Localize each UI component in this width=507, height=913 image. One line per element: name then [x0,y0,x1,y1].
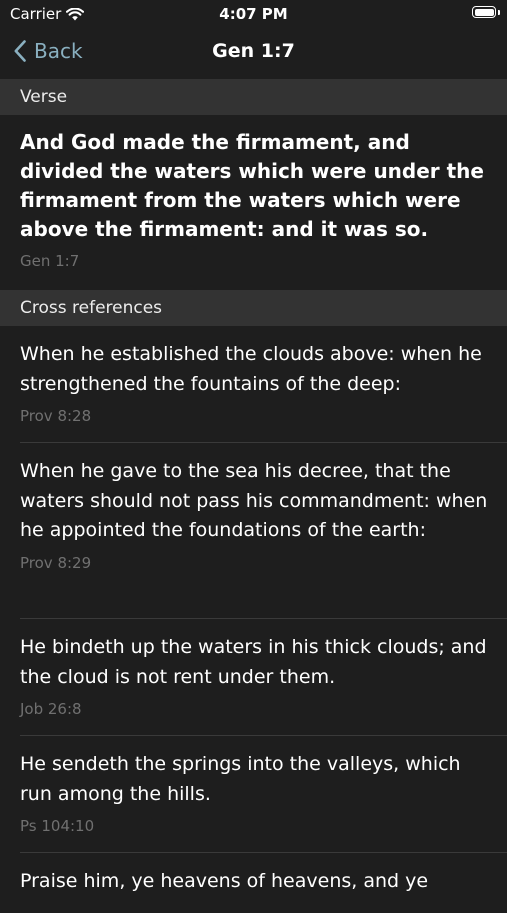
verse-text: And God made the firmament, and divided … [20,130,484,241]
navigation-bar: Back Gen 1:7 [0,30,507,78]
cross-reference-text: He sendeth the springs into the valleys,… [20,753,461,805]
cross-reference-text: Praise him, ye heavens of heavens, and y… [20,870,429,892]
cross-references-header: Cross references [0,290,507,326]
battery-cap [498,10,500,15]
cross-reference-ref: Job 26:8 [20,700,82,718]
cross-reference-item[interactable]: When he established the clouds above: wh… [0,326,507,443]
cross-reference-ref: Ps 104:10 [20,817,95,835]
cross-reference-text: He bindeth up the waters in his thick cl… [20,636,487,688]
cross-reference-ref: Prov 8:28 [20,407,92,425]
page-title: Gen 1:7 [212,40,295,62]
cross-reference-text: When he gave to the sea his decree, that… [20,460,488,541]
cross-reference-item[interactable]: When he gave to the sea his decree, that… [0,443,507,619]
cross-reference-ref: Prov 8:29 [20,553,92,572]
verse-section-header: Verse [0,79,507,115]
verse-reference: Gen 1:7 [20,252,80,270]
cross-reference-item[interactable]: He sendeth the springs into the valleys,… [0,736,507,853]
cross-reference-list: When he established the clouds above: wh… [0,326,507,913]
battery-level [474,8,494,16]
cross-reference-item[interactable]: Praise him, ye heavens of heavens, and y… [0,853,507,913]
status-bar: Carrier 4:07 PM [0,0,507,30]
cross-reference-item[interactable]: He bindeth up the waters in his thick cl… [0,619,507,736]
status-time: 4:07 PM [219,5,288,23]
battery-icon [472,6,496,18]
cross-reference-text: When he established the clouds above: wh… [20,343,482,395]
verse-block: And God made the firmament, and divided … [20,128,492,270]
